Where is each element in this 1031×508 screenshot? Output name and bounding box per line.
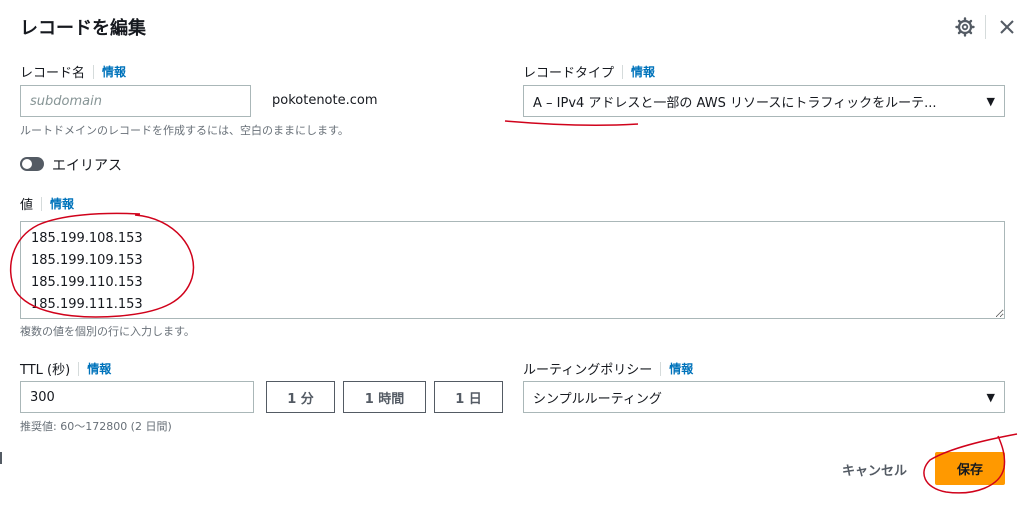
ttl-hint: 推奨値: 60～172800 (2 日間): [20, 420, 172, 433]
alias-toggle[interactable]: [20, 157, 44, 171]
caret-down-icon: ▼: [986, 94, 995, 108]
routing-policy-label: ルーティングポリシー: [523, 363, 653, 378]
ttl-label-row: TTL (秒) 情報: [20, 359, 111, 378]
ttl-1-day-button[interactable]: 1 日: [434, 381, 503, 413]
label-divider: [78, 361, 80, 376]
label-divider: [622, 64, 624, 79]
cancel-button[interactable]: キャンセル: [842, 460, 907, 479]
value-textarea[interactable]: [20, 221, 1005, 319]
routing-policy-label-row: ルーティングポリシー 情報: [523, 359, 693, 378]
record-type-info-link[interactable]: 情報: [631, 63, 655, 80]
record-type-selected: A – IPv4 アドレスと一部の AWS リソースにトラフィックをルーテ...: [533, 95, 937, 111]
value-hint: 複数の値を個別の行に入力します。: [20, 325, 195, 338]
routing-policy-info-link[interactable]: 情報: [669, 360, 693, 377]
header-divider: [985, 15, 986, 39]
value-label: 値: [20, 198, 34, 213]
record-name-info-link[interactable]: 情報: [102, 63, 126, 80]
caret-down-icon: ▼: [986, 390, 995, 404]
ttl-info-link[interactable]: 情報: [87, 360, 111, 377]
ttl-1-minute-button[interactable]: 1 分: [266, 381, 335, 413]
save-button[interactable]: 保存: [935, 452, 1005, 485]
record-name-label-row: レコード名 情報: [20, 62, 126, 81]
label-divider: [41, 196, 43, 211]
record-type-select[interactable]: A – IPv4 アドレスと一部の AWS リソースにトラフィックをルーテ...…: [523, 85, 1005, 117]
close-icon[interactable]: [998, 18, 1016, 39]
value-info-link[interactable]: 情報: [50, 195, 74, 212]
ttl-label: TTL (秒): [20, 363, 71, 378]
toggle-knob: [22, 159, 32, 169]
label-divider: [93, 64, 95, 79]
record-name-placeholder: subdomain: [30, 93, 102, 109]
routing-policy-selected: シンプルルーティング: [533, 391, 662, 407]
label-divider: [660, 361, 662, 376]
left-edge-marker: [0, 452, 2, 464]
gear-icon[interactable]: [955, 17, 975, 40]
record-type-label: レコードタイプ: [523, 66, 615, 81]
routing-policy-select[interactable]: シンプルルーティング ▼: [523, 381, 1005, 413]
ttl-input[interactable]: 300: [20, 381, 254, 413]
domain-suffix: pokotenote.com: [272, 93, 378, 108]
record-type-label-row: レコードタイプ 情報: [523, 62, 655, 81]
ttl-1-hour-button[interactable]: 1 時間: [343, 381, 426, 413]
record-name-input[interactable]: subdomain: [20, 85, 251, 117]
ttl-value: 300: [30, 389, 55, 405]
record-name-label: レコード名: [20, 66, 86, 81]
alias-label: エイリアス: [52, 158, 122, 174]
record-name-hint: ルートドメインのレコードを作成するには、空白のままにします。: [20, 124, 349, 137]
dialog-title: レコードを編集: [20, 18, 146, 39]
value-label-row: 値 情報: [20, 194, 74, 213]
